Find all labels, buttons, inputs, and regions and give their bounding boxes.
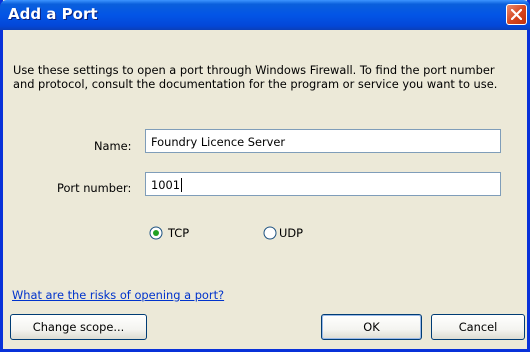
radio-unselected-icon[interactable] — [263, 226, 277, 240]
port-number-value: 1001 — [151, 178, 180, 192]
name-label: Name: — [94, 139, 132, 153]
dialog-title: Add a Port — [8, 5, 98, 23]
port-number-label: Port number: — [57, 181, 132, 195]
name-input[interactable]: Foundry Licence Server — [145, 129, 501, 153]
change-scope-button[interactable]: Change scope... — [10, 314, 147, 340]
radio-selected-icon[interactable] — [149, 226, 163, 240]
cancel-button[interactable]: Cancel — [431, 314, 525, 340]
add-port-dialog: Add a Port Use these settings to open a … — [0, 0, 530, 352]
name-value: Foundry Licence Server — [151, 135, 286, 149]
udp-label: UDP — [279, 226, 303, 240]
text-cursor — [181, 178, 182, 192]
risks-help-link[interactable]: What are the risks of opening a port? — [12, 288, 224, 302]
dialog-description: Use these settings to open a port throug… — [13, 63, 498, 91]
port-number-input[interactable]: 1001 — [145, 172, 501, 196]
close-icon — [511, 9, 522, 20]
tcp-label: TCP — [168, 226, 190, 240]
close-button[interactable] — [506, 4, 527, 25]
ok-button[interactable]: OK — [321, 314, 422, 340]
title-bar[interactable]: Add a Port — [0, 0, 530, 30]
